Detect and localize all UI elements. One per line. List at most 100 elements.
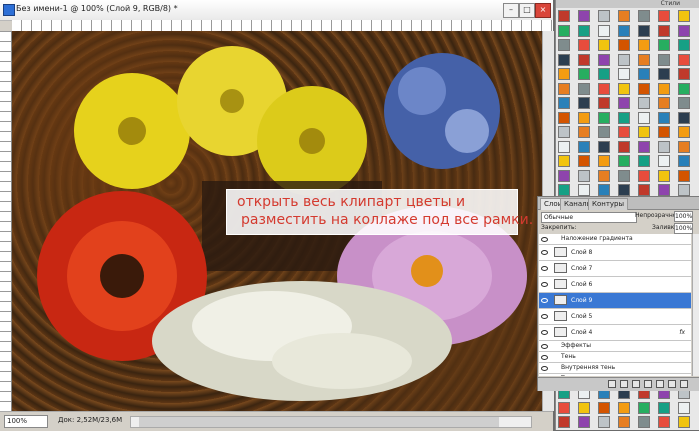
style-swatch[interactable] [598,184,610,196]
style-swatch[interactable] [598,53,610,66]
maximize-button[interactable]: □ [519,3,535,18]
new-layer-icon[interactable] [668,380,676,388]
style-swatch[interactable] [598,140,610,153]
style-swatch[interactable] [678,401,690,414]
canvas[interactable]: открыть весь клипарт цветы и разместить … [12,31,542,411]
layer-row[interactable]: Слой 8 [539,245,691,261]
fx-icon[interactable]: fx [679,329,685,336]
style-swatch[interactable] [578,155,590,167]
style-swatch[interactable] [578,82,590,95]
style-swatch[interactable] [558,155,570,167]
style-swatch[interactable] [658,24,670,37]
style-swatch[interactable] [638,82,650,95]
eye-icon[interactable] [541,355,548,360]
style-swatch[interactable] [678,39,690,51]
style-swatch[interactable] [558,39,570,51]
layer-effect-row[interactable]: Внутренняя тень [539,363,691,374]
style-swatch[interactable] [558,97,570,109]
layer-list-scrollbar[interactable] [692,234,699,376]
style-swatch[interactable] [678,68,690,80]
layer-row[interactable]: Слой 6 [539,277,691,293]
style-swatch[interactable] [638,140,650,153]
style-swatch[interactable] [558,10,570,22]
style-swatch[interactable] [678,155,690,167]
style-swatch[interactable] [558,53,570,66]
style-swatch[interactable] [678,140,690,153]
style-swatch[interactable] [578,24,590,37]
layer-row[interactable]: Слой 5 [539,309,691,325]
layer-row[interactable]: Слой 4 fx [539,325,691,341]
style-swatch[interactable] [598,24,610,37]
style-swatch[interactable] [618,140,630,153]
eye-icon[interactable] [541,250,548,255]
style-swatch[interactable] [618,184,630,196]
style-swatch[interactable] [658,39,670,51]
style-swatch[interactable] [578,140,590,153]
adjustment-layer-icon[interactable] [644,380,652,388]
style-swatch[interactable] [638,184,650,196]
style-swatch[interactable] [558,140,570,153]
layer-row[interactable]: Слой 9 [539,293,691,309]
style-swatch[interactable] [658,111,670,124]
add-mask-icon[interactable] [632,380,640,388]
style-swatch[interactable] [598,155,610,167]
style-swatch[interactable] [678,10,690,22]
style-swatch[interactable] [558,126,570,138]
eye-icon[interactable] [541,298,548,303]
zoom-field[interactable]: 100% [4,415,48,428]
style-swatch[interactable] [578,126,590,138]
style-swatch[interactable] [558,24,570,37]
layer-row[interactable]: Слой 7 [539,261,691,277]
tab-paths[interactable]: Контуры [588,198,629,210]
style-swatch[interactable] [638,39,650,51]
style-swatch[interactable] [638,10,650,22]
style-swatch[interactable] [598,82,610,95]
style-swatch[interactable] [678,53,690,66]
style-swatch[interactable] [658,416,670,428]
style-swatch[interactable] [578,169,590,182]
style-swatch[interactable] [558,82,570,95]
style-swatch[interactable] [638,401,650,414]
style-swatch[interactable] [618,416,630,428]
style-swatch[interactable] [638,24,650,37]
style-swatch[interactable] [558,111,570,124]
style-swatch[interactable] [658,126,670,138]
style-swatch[interactable] [618,111,630,124]
style-swatch[interactable] [638,53,650,66]
style-swatch[interactable] [678,111,690,124]
minimize-button[interactable]: – [503,3,519,18]
style-swatch[interactable] [578,416,590,428]
style-swatch[interactable] [598,401,610,414]
style-swatch[interactable] [638,416,650,428]
style-swatch[interactable] [598,126,610,138]
document-titlebar[interactable]: Без имени-1 @ 100% (Слой 9, RGB/8) * – □… [0,0,553,21]
close-button[interactable]: × [535,3,551,18]
eye-icon[interactable] [541,314,548,319]
style-swatch[interactable] [598,416,610,428]
layer-effect-row[interactable]: Наложение градиента [539,234,691,245]
link-layers-icon[interactable] [608,380,616,388]
style-swatch[interactable] [578,10,590,22]
style-swatch[interactable] [658,82,670,95]
style-swatch[interactable] [598,39,610,51]
style-swatch[interactable] [678,82,690,95]
style-swatch[interactable] [578,68,590,80]
style-swatch[interactable] [678,97,690,109]
fill-field[interactable]: 100% [674,223,693,234]
style-swatch[interactable] [558,184,570,196]
style-swatch[interactable] [658,68,670,80]
opacity-field[interactable]: 100% [674,211,693,222]
style-swatch[interactable] [678,24,690,37]
style-swatch[interactable] [658,169,670,182]
blend-mode-select[interactable]: Обычные [541,212,637,223]
horizontal-scrollbar[interactable] [130,416,532,428]
style-swatch[interactable] [678,184,690,196]
style-swatch[interactable] [638,111,650,124]
style-swatch[interactable] [578,97,590,109]
style-swatch[interactable] [658,10,670,22]
style-swatch[interactable] [678,416,690,428]
style-swatch[interactable] [558,401,570,414]
style-swatch[interactable] [658,97,670,109]
style-swatch[interactable] [578,184,590,196]
style-swatch[interactable] [618,97,630,109]
